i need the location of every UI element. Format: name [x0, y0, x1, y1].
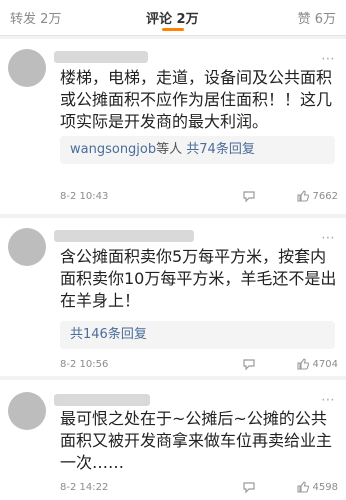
reply-count[interactable]: 共146条回复	[70, 327, 147, 342]
replies-link[interactable]: 共146条回复	[60, 321, 335, 349]
comment-item: ⋯ 最可恨之处在于~公摊后~公摊的公共面积又被开发商拿来做车位再卖给业主一次………	[0, 380, 346, 500]
avatar[interactable]	[8, 228, 46, 266]
avatar[interactable]	[8, 392, 46, 430]
comment-bubble-icon[interactable]	[242, 357, 256, 371]
tab-reposts[interactable]: 转发 2万	[10, 8, 61, 27]
comment-bubble-icon[interactable]	[242, 480, 256, 494]
comment-item: ⋯ 楼梯，电梯，走道，设备间及公共面积或公摊面积不应作为居住面积！！这几项实际是…	[0, 39, 346, 214]
replies-link[interactable]: wangsongjob等人 共74条回复	[60, 136, 335, 164]
comment-time: 8-2 14:22	[60, 482, 109, 493]
comment-meta: 8-2 10:56 4704	[60, 357, 338, 373]
tab-bar: 转发 2万 评论 2万 赞 6万	[0, 0, 346, 36]
avatar[interactable]	[8, 49, 46, 87]
comment-meta: 8-2 10:43 7662	[60, 189, 338, 205]
username-redacted[interactable]	[54, 51, 148, 63]
more-icon[interactable]: ⋯	[321, 51, 336, 67]
active-tab-indicator	[162, 28, 184, 31]
tab-likes[interactable]: 赞 6万	[298, 8, 336, 27]
comment-text: 最可恨之处在于~公摊后~公摊的公共面积又被开发商拿来做车位再卖给业主一次……	[60, 409, 333, 472]
more-icon[interactable]: ⋯	[321, 392, 336, 408]
like-count: 4704	[312, 359, 338, 370]
comment-time: 8-2 10:43	[60, 191, 109, 202]
like-count: 4598	[312, 482, 338, 493]
comment-item: ⋯ 含公摊面积卖你5万每平方米，按套内面积卖你10万每平方米，羊毛还不是出在羊身…	[0, 218, 346, 376]
like-count: 7662	[312, 191, 338, 202]
comment-text: 含公摊面积卖你5万每平方米，按套内面积卖你10万每平方米，羊毛还不是出在羊身上！	[60, 247, 337, 310]
comment-time: 8-2 10:56	[60, 359, 109, 370]
comment-text: 楼梯，电梯，走道，设备间及公共面积或公摊面积不应作为居住面积！！这几项实际是开发…	[60, 68, 333, 131]
thumbs-up-icon[interactable]	[296, 357, 310, 371]
comment-bubble-icon[interactable]	[242, 189, 256, 203]
comment-meta: 8-2 14:22 4598	[60, 480, 338, 496]
tab-comments[interactable]: 评论 2万	[146, 8, 199, 27]
thumbs-up-icon[interactable]	[296, 189, 310, 203]
thumbs-up-icon[interactable]	[296, 480, 310, 494]
reply-count[interactable]: 共74条回复	[186, 142, 255, 157]
reply-separator: 等人	[156, 142, 183, 157]
username-redacted[interactable]	[54, 230, 194, 242]
username-redacted[interactable]	[54, 394, 150, 406]
more-icon[interactable]: ⋯	[321, 230, 336, 246]
reply-user[interactable]: wangsongjob	[70, 142, 156, 157]
